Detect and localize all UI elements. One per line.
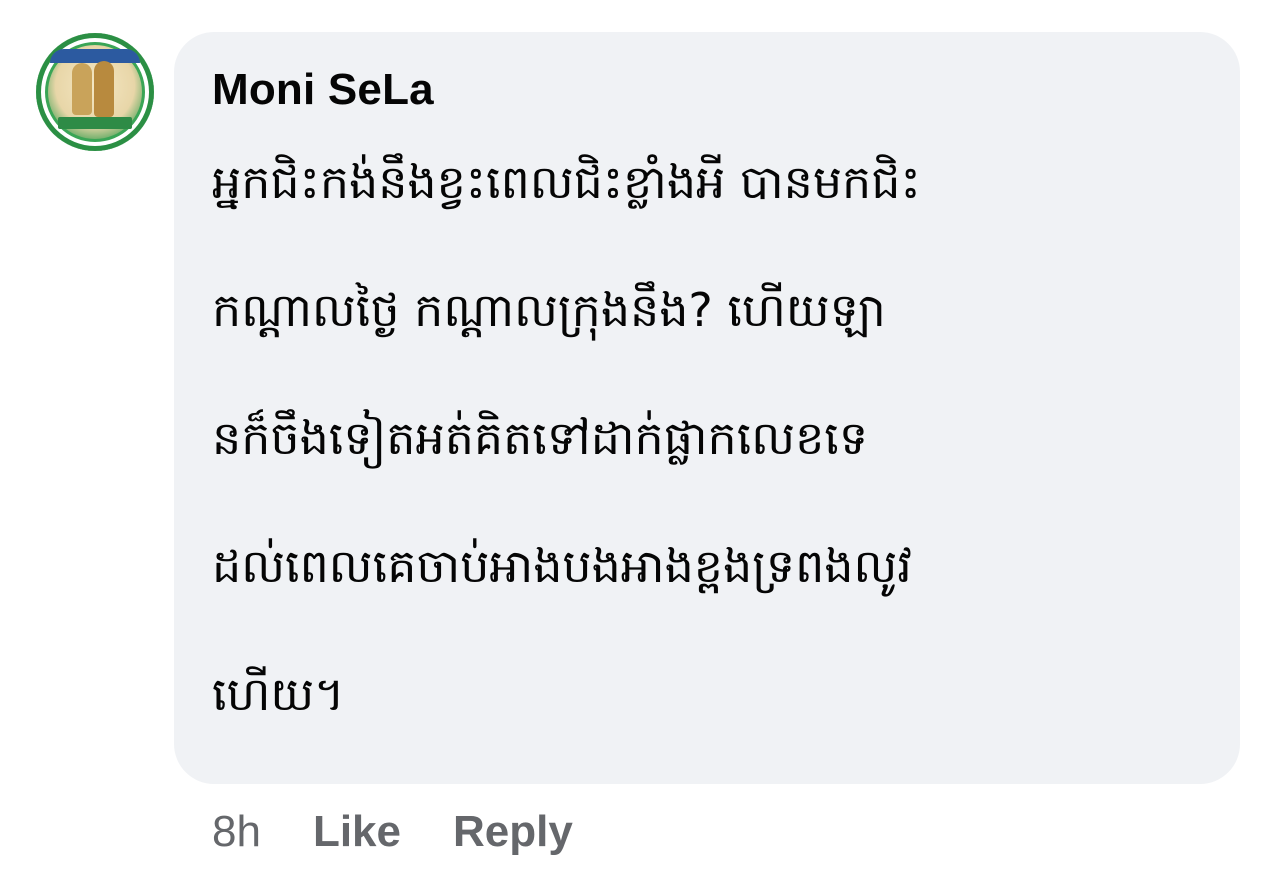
avatar-figure <box>94 61 114 117</box>
comment-author[interactable]: Moni SeLa <box>212 62 1200 118</box>
avatar[interactable] <box>36 33 154 151</box>
comment-actions: 8h Like Reply <box>212 802 573 862</box>
reply-button[interactable]: Reply <box>453 807 573 857</box>
avatar-banner <box>58 117 132 129</box>
comment-text-line: ដល់ពេលគេចាប់អាងបងអាងខ្ពងទ្រពងលូវ <box>212 539 912 593</box>
comment-timestamp[interactable]: 8h <box>212 807 261 857</box>
comment-text-line: នក៏ចឹងទៀតអត់គិតទៅដាក់ផ្លាកលេខទេ <box>212 411 869 465</box>
comment-text-line: កណ្ដាលថ្ងៃ កណ្ដាលក្រុងនឹង? ហើយឡា <box>212 283 886 337</box>
comment: Moni SeLa អ្នកជិះកង់នឹងខ្វះពេលជិះខ្លាំងអ… <box>0 0 1280 887</box>
comment-text-line: អ្នកជិះកង់នឹងខ្វះពេលជិះខ្លាំងអី បានមកជិះ <box>212 155 921 209</box>
comment-text-line: ហើយ។ <box>212 667 345 721</box>
avatar-figure <box>72 63 92 115</box>
like-button[interactable]: Like <box>313 807 401 857</box>
comment-bubble: Moni SeLa អ្នកជិះកង់នឹងខ្វះពេលជិះខ្លាំងអ… <box>174 32 1240 784</box>
comment-text: អ្នកជិះកង់នឹងខ្វះពេលជិះខ្លាំងអី បានមកជិះ… <box>212 118 1200 758</box>
avatar-curtain <box>50 49 140 63</box>
